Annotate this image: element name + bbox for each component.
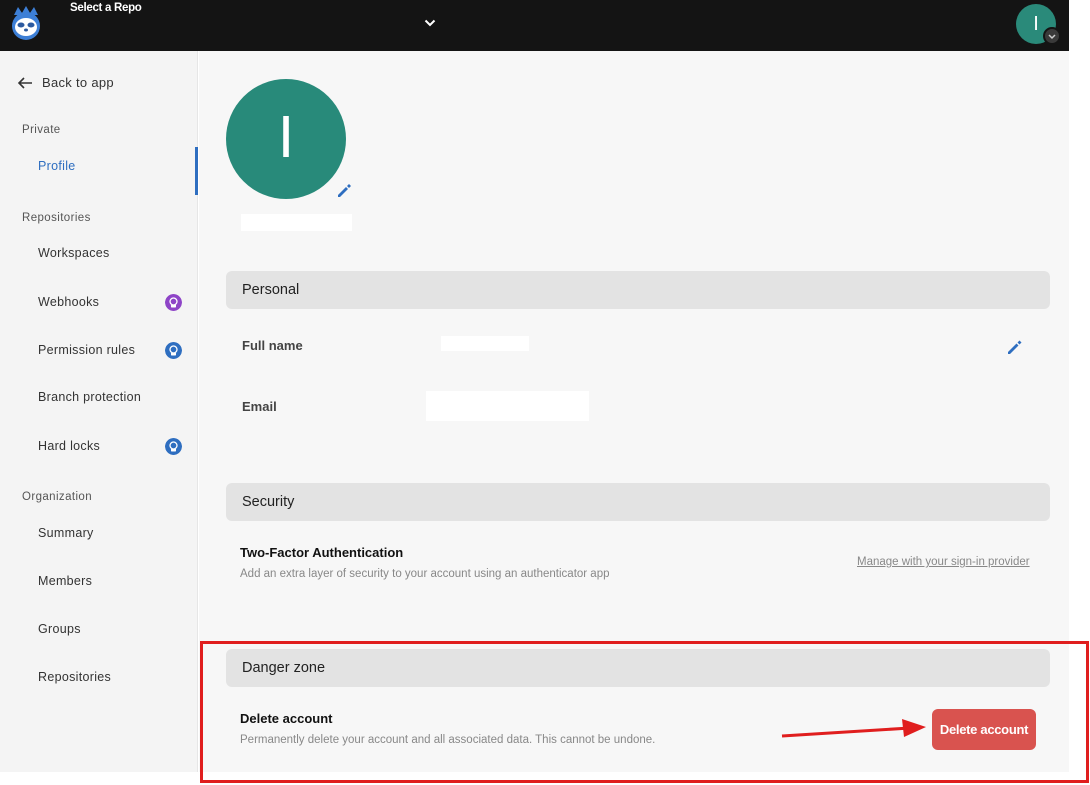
repo-selector-title[interactable]: Select a Repo	[70, 2, 142, 14]
two-factor-title: Two-Factor Authentication	[240, 545, 404, 560]
section-label-repositories: Repositories	[22, 212, 91, 224]
premium-lock-icon	[165, 342, 182, 359]
email-label: Email	[242, 399, 277, 414]
back-to-app-label: Back to app	[42, 75, 114, 90]
active-indicator	[195, 147, 198, 195]
sloth-logo-icon[interactable]	[10, 5, 42, 41]
danger-zone-highlight-box	[200, 641, 1089, 783]
personal-section-header: Personal	[226, 271, 1050, 309]
sidebar-item-summary[interactable]: Summary	[38, 526, 183, 540]
edit-name-pencil-icon[interactable]	[1006, 338, 1024, 356]
back-to-app-link[interactable]: Back to app	[16, 75, 114, 90]
chevron-down-icon[interactable]	[422, 15, 438, 31]
redacted-full-name	[441, 336, 529, 351]
premium-lock-icon	[165, 438, 182, 455]
sidebar-item-webhooks[interactable]: Webhooks	[38, 295, 183, 309]
redacted-username	[241, 214, 352, 231]
two-factor-description: Add an extra layer of security to your a…	[240, 568, 610, 580]
sidebar-item-profile[interactable]: Profile	[38, 159, 183, 173]
security-section-header: Security	[226, 483, 1050, 521]
sidebar-item-workspaces[interactable]: Workspaces	[38, 246, 183, 260]
arrow-left-icon	[17, 76, 32, 89]
sidebar-item-repositories[interactable]: Repositories	[38, 670, 183, 684]
sidebar-item-permission-rules[interactable]: Permission rules	[38, 343, 183, 357]
avatar-menu-chevron-icon[interactable]	[1043, 27, 1061, 45]
sidebar-item-members[interactable]: Members	[38, 574, 183, 588]
premium-lock-icon	[165, 294, 182, 311]
top-bar: Select a Repo I	[0, 0, 1069, 51]
section-label-organization: Organization	[22, 491, 93, 503]
redacted-email	[426, 391, 589, 421]
edit-avatar-pencil-icon[interactable]	[335, 182, 353, 200]
full-name-label: Full name	[242, 338, 303, 353]
sidebar-item-branch-protection[interactable]: Branch protection	[38, 390, 183, 404]
manage-sign-in-provider-link[interactable]: Manage with your sign-in provider	[857, 556, 1030, 568]
sidebar-item-hard-locks[interactable]: Hard locks	[38, 439, 183, 453]
profile-avatar: I	[226, 79, 346, 199]
settings-sidebar: Back to app Private Profile Repositories…	[0, 51, 198, 772]
section-label-private: Private	[22, 124, 61, 136]
sidebar-item-groups[interactable]: Groups	[38, 622, 183, 636]
